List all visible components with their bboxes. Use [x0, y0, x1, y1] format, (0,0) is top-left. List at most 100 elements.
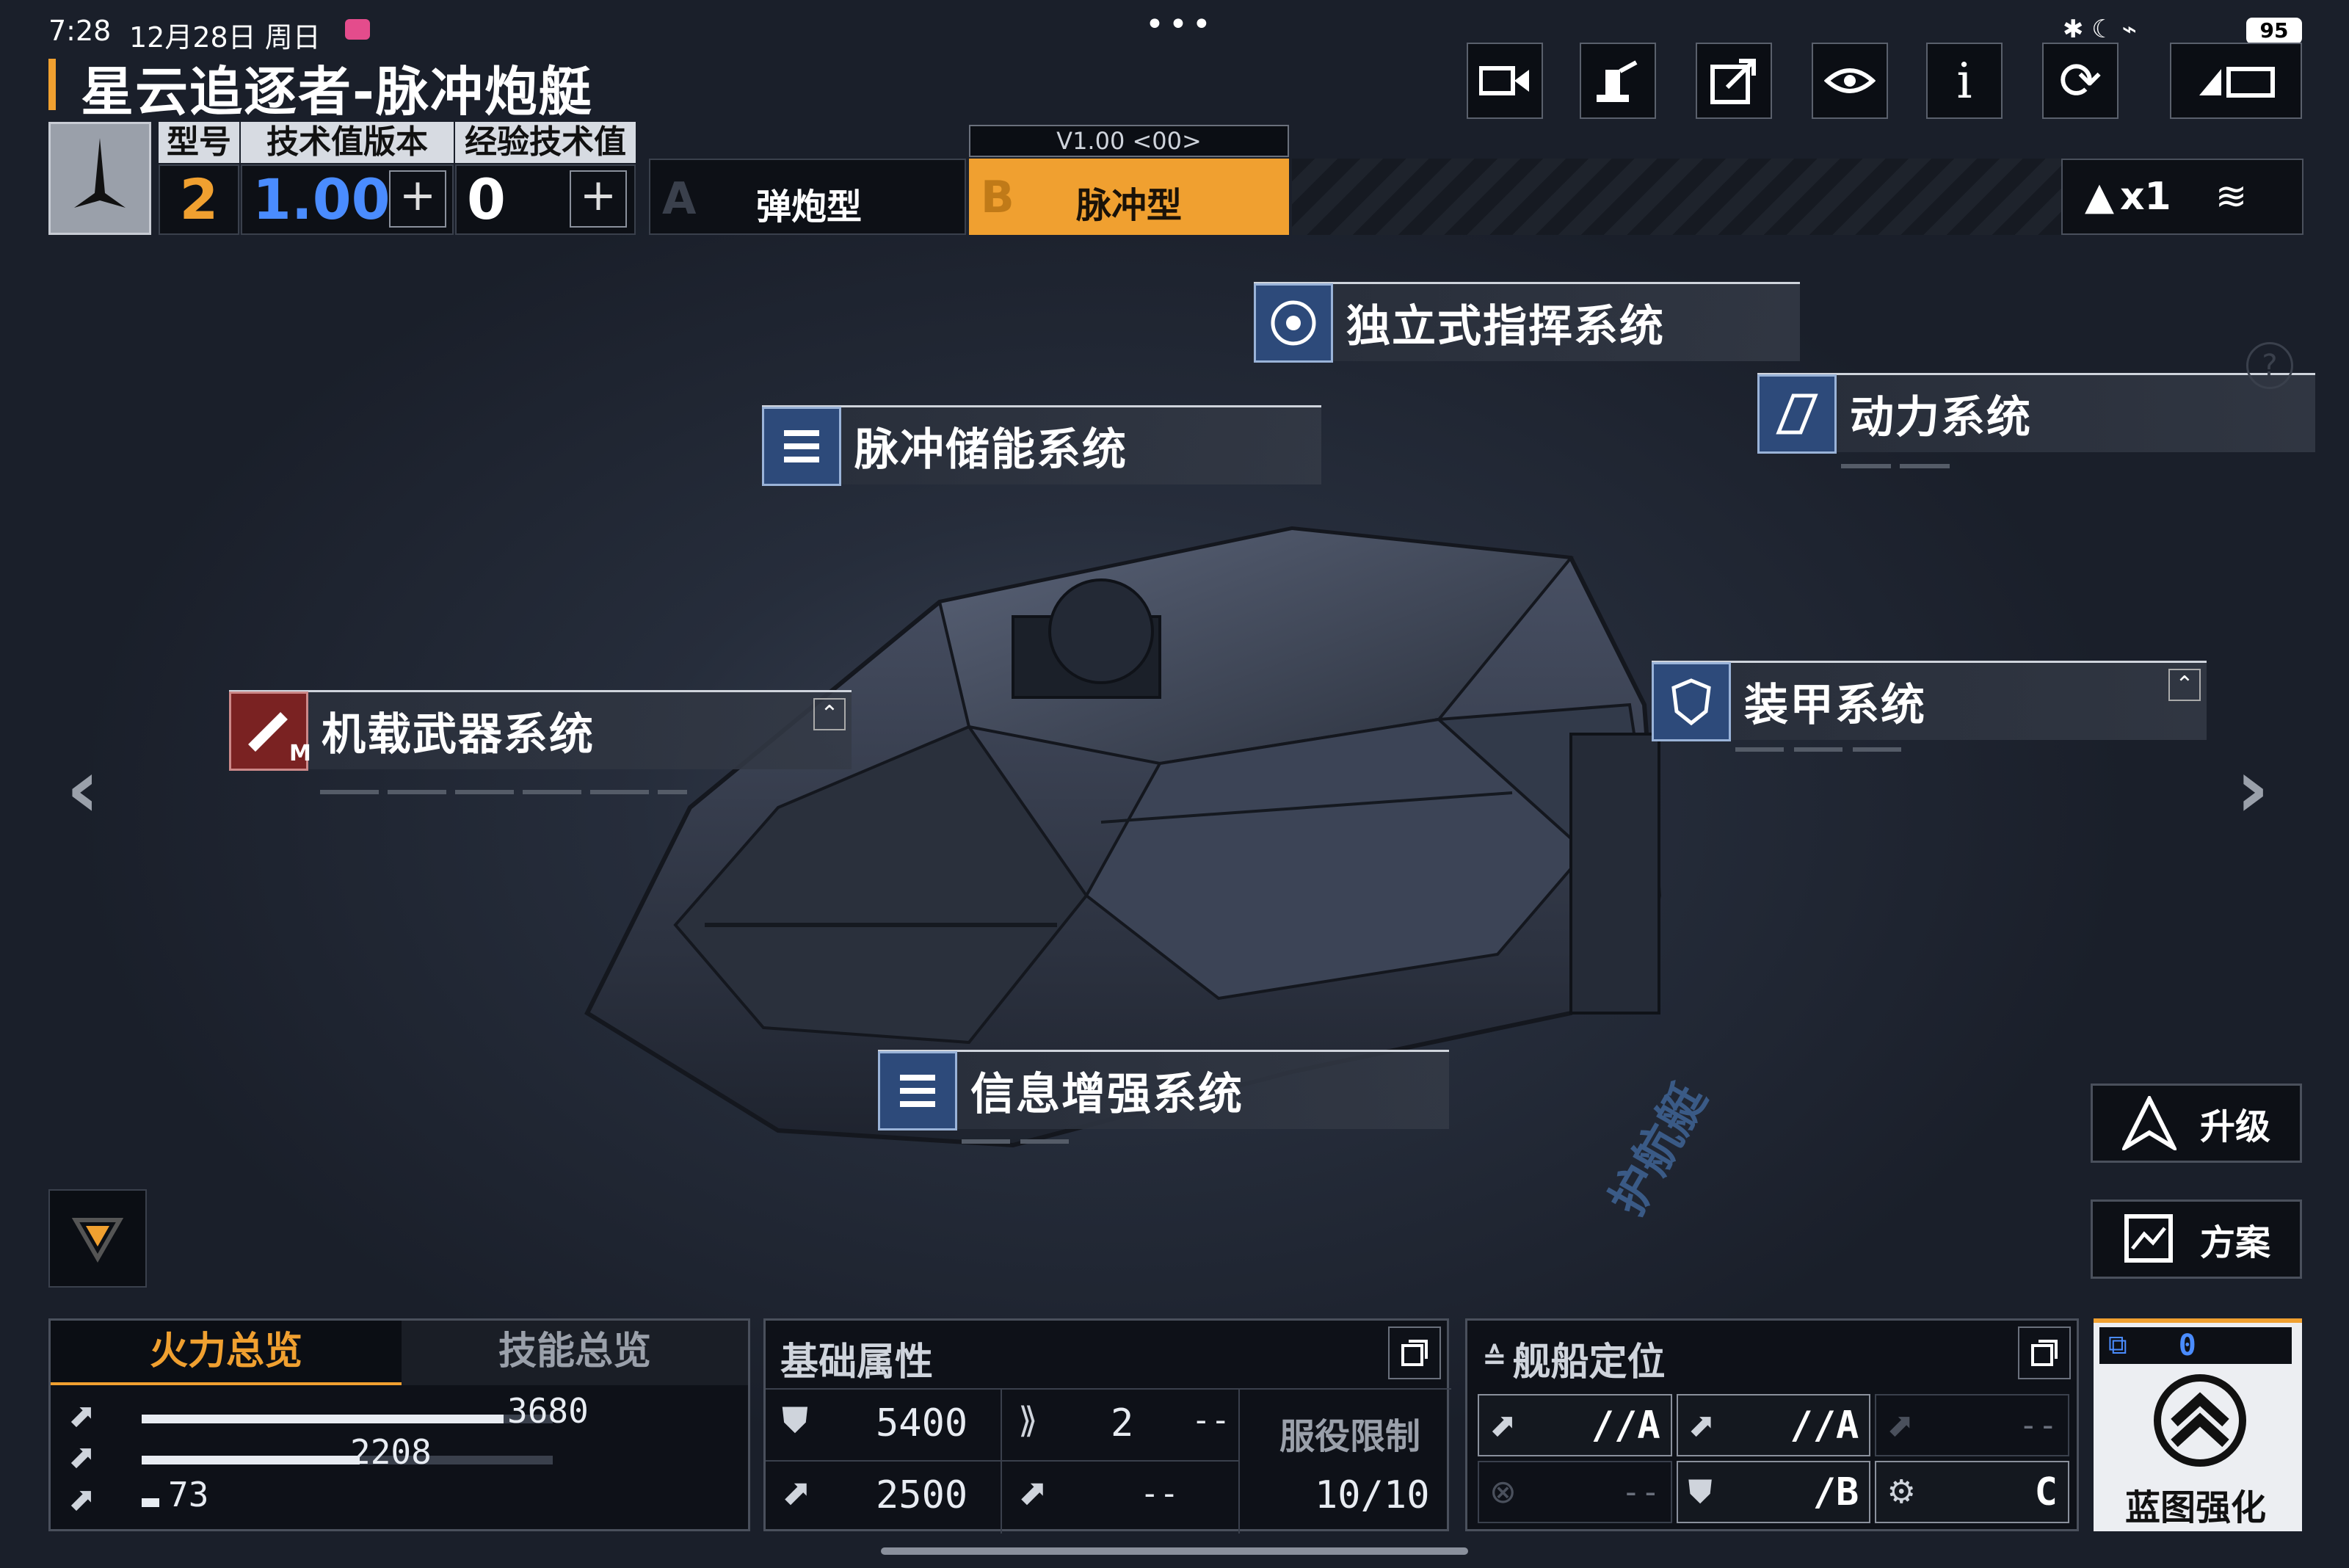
- speed-value: --: [1140, 1475, 1179, 1512]
- variant-bar-filler: [1292, 159, 2063, 235]
- attack-icon: ⬈: [68, 1397, 95, 1434]
- system-power-label: 动力系统: [1850, 392, 2032, 443]
- share-icon[interactable]: [1696, 43, 1772, 119]
- service-label: 服役限制: [1279, 1416, 1421, 1457]
- app-badge-icon: [345, 19, 370, 40]
- position-cell[interactable]: ⬈//A: [1676, 1394, 1871, 1456]
- variant-b-label: 脉冲型: [1075, 185, 1182, 226]
- armor-icon: ⟫: [1018, 1400, 1038, 1441]
- blueprint-button[interactable]: ⧉ 0 蓝图强化: [2094, 1318, 2302, 1531]
- version-tag: V1.00 <00>: [969, 125, 1289, 157]
- back-icon[interactable]: [2170, 43, 2302, 119]
- info-slots: [962, 1139, 1070, 1144]
- position-cell[interactable]: ⬈//A: [1478, 1394, 1672, 1456]
- firepower-panel: 火力总览 技能总览 ⬈ ⬈ ⬈ 3680 2208 73: [48, 1318, 750, 1531]
- robot-arm-icon[interactable]: [1580, 43, 1656, 119]
- armor-count: 2: [1111, 1401, 1134, 1445]
- upgrade-label: 升级: [2199, 1106, 2270, 1147]
- home-indicator[interactable]: [881, 1547, 1468, 1555]
- divider: [766, 1388, 1451, 1390]
- role-icon: ⊗: [1489, 1473, 1517, 1511]
- view-icon[interactable]: [1812, 43, 1888, 119]
- divider: [1001, 1390, 1002, 1533]
- attributes-panel: 基础属性 ⛊ 5400 ⟫ 2 -- ⬈ 2500 ⬈ -- 服役限制 10/1…: [763, 1318, 1451, 1533]
- label-model: 型号: [159, 122, 239, 163]
- fire-bar-track-2: [142, 1456, 553, 1464]
- system-weapons-label: 机载武器系统: [322, 709, 595, 761]
- armor-extra: --: [1191, 1401, 1230, 1439]
- radar-icon: [1254, 283, 1333, 363]
- hp-icon: ⛊: [782, 1400, 809, 1441]
- upgrade-button[interactable]: 升级: [2091, 1084, 2302, 1163]
- ship-count-icon: ▲: [2085, 175, 2114, 219]
- prev-ship-icon[interactable]: ‹: [66, 741, 99, 835]
- dropdown-triangle-icon: [71, 1218, 124, 1263]
- blueprint-icon: ⧉: [2108, 1330, 2127, 1360]
- refresh-icon[interactable]: ⟳: [2042, 43, 2119, 119]
- position-cell[interactable]: ⛊/B: [1676, 1461, 1871, 1523]
- power-dash-1: [1841, 464, 1891, 468]
- role-icon: ⬈: [1489, 1407, 1517, 1444]
- fire-bar-fill-3: [142, 1498, 159, 1507]
- attack-icon: ⬈: [68, 1481, 95, 1518]
- model-value: 2: [159, 164, 239, 235]
- variant-tab-a[interactable]: A 弹炮型: [649, 159, 966, 235]
- attributes-title: 基础属性: [780, 1340, 934, 1384]
- system-armor[interactable]: 装甲系统 ⌃: [1652, 661, 2207, 741]
- fleet-counter[interactable]: ▲ x1 ≋: [2061, 159, 2303, 235]
- system-weapons[interactable]: M 机载武器系统 ⌃: [229, 690, 852, 771]
- upgrade-icon: [2122, 1096, 2176, 1150]
- fire-value-3: 73: [168, 1475, 209, 1514]
- label-tech-version: 技术值版本: [241, 122, 454, 163]
- position-icon: ≙: [1482, 1341, 1507, 1376]
- help-icon[interactable]: ?: [2246, 342, 2293, 389]
- exp-plus-button[interactable]: +: [570, 170, 627, 228]
- weapon-badge: M: [289, 741, 311, 766]
- collapse-icon[interactable]: ⌃: [813, 698, 846, 730]
- positioning-title: 舰船定位: [1512, 1340, 1666, 1384]
- hull-marking: 护航艇: [1600, 1075, 1718, 1224]
- info-icon[interactable]: i: [1926, 43, 2003, 119]
- expand-icon[interactable]: [1388, 1326, 1441, 1379]
- role-icon: ⬈: [1688, 1407, 1716, 1444]
- speed-icon: ⬈: [1018, 1472, 1048, 1513]
- system-info-boost-label: 信息增强系统: [970, 1069, 1244, 1120]
- system-pulse-storage-label: 脉冲储能系统: [854, 424, 1128, 476]
- chevron-up-icon: [2154, 1374, 2246, 1467]
- plan-button[interactable]: 方案: [2091, 1199, 2302, 1279]
- system-info-boost[interactable]: 信息增强系统: [878, 1050, 1449, 1130]
- tab-firepower[interactable]: 火力总览: [51, 1321, 402, 1385]
- system-armor-label: 装甲系统: [1744, 680, 1926, 731]
- layers-icon[interactable]: ≋: [2215, 175, 2248, 219]
- video-icon[interactable]: [1467, 43, 1543, 119]
- list-icon: [878, 1050, 957, 1130]
- ship-model[interactable]: 护航艇: [558, 484, 1732, 1248]
- weapons-slots: [320, 790, 687, 794]
- expand-icon[interactable]: [2018, 1326, 2071, 1379]
- blueprint-count-bar: ⧉ 0: [2099, 1327, 2292, 1364]
- position-cell[interactable]: ⚙ C: [1875, 1461, 2069, 1523]
- shield-icon: [1652, 661, 1731, 741]
- service-value: 10/10: [1315, 1473, 1430, 1517]
- power-dash-2: [1900, 464, 1950, 468]
- system-pulse-storage[interactable]: 脉冲储能系统: [762, 405, 1321, 486]
- system-power[interactable]: 动力系统: [1757, 373, 2315, 454]
- system-command-label: 独立式指挥系统: [1346, 301, 1665, 352]
- blueprint-count: 0: [2178, 1329, 2196, 1362]
- fire-value-2: 2208: [350, 1432, 432, 1472]
- fire-value-1: 3680: [507, 1391, 589, 1431]
- tab-skills[interactable]: 技能总览: [402, 1321, 748, 1385]
- collapse-icon[interactable]: ⌃: [2168, 669, 2201, 701]
- tech-plus-button[interactable]: +: [389, 170, 446, 228]
- title-accent: [48, 59, 56, 110]
- filter-toggle[interactable]: [48, 1189, 147, 1288]
- next-ship-icon[interactable]: ›: [2236, 741, 2269, 835]
- more-menu-icon[interactable]: •••: [1145, 6, 1216, 43]
- ship-class-icon: [48, 122, 151, 235]
- ship-title: 星云追逐者-脉冲炮艇: [81, 61, 593, 123]
- position-cell[interactable]: ⊗ --: [1478, 1461, 1672, 1523]
- position-cell[interactable]: ⬈ --: [1875, 1394, 2069, 1456]
- system-command[interactable]: 独立式指挥系统: [1254, 282, 1800, 363]
- battery-indicator: 95: [2246, 18, 2302, 44]
- variant-tab-b[interactable]: B 脉冲型: [969, 159, 1289, 235]
